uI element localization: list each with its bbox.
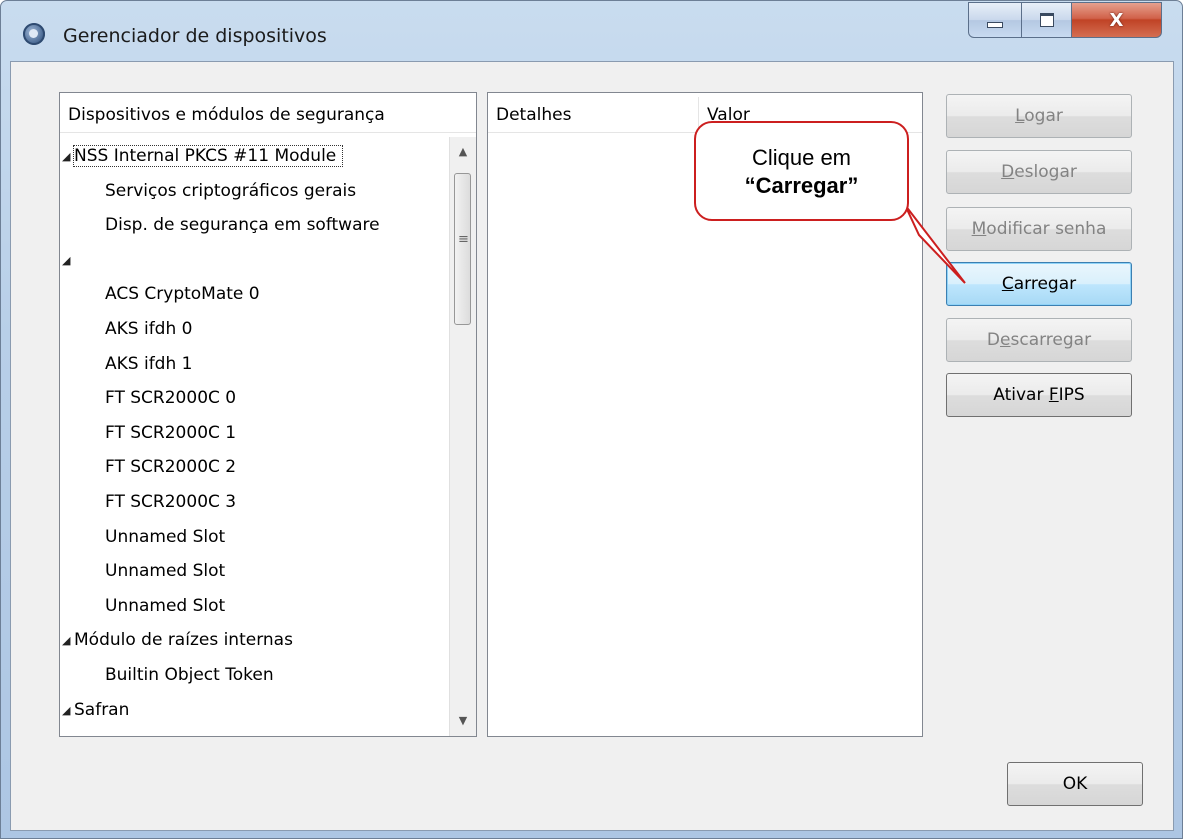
ativar-fips-button[interactable]: Ativar FIPS <box>946 373 1132 417</box>
tree-item-label: Unnamed Slot <box>105 526 226 547</box>
tree-item[interactable]: FT SCR2000C 1 <box>60 416 444 451</box>
tree-item[interactable]: AKS ifdh 1 <box>60 347 444 382</box>
tree-item-label: AKS ifdh 1 <box>105 353 193 374</box>
tree-item[interactable]: Unnamed Slot <box>60 589 444 624</box>
window-controls: X <box>968 2 1162 38</box>
tree-item-label: NSS Internal PKCS #11 Module <box>72 145 344 167</box>
tree-item-label: Unnamed Slot <box>105 561 226 582</box>
maximize-button[interactable] <box>1022 2 1072 38</box>
descarregar-prefix: D <box>986 330 1001 350</box>
logar-label: ogar <box>1024 106 1063 126</box>
callout-pointer-icon <box>904 204 966 284</box>
device-manager-window: Gerenciador de dispositivos X Dispositiv… <box>0 0 1183 839</box>
tree-item-label: Disp. de segurança em software <box>105 215 380 236</box>
device-tree-panel: Dispositivos e módulos de segurança ◢ NSS… <box>59 92 477 737</box>
ok-button[interactable]: OK <box>1007 762 1143 806</box>
deslogar-accel: D <box>1001 162 1015 182</box>
tree-item[interactable]: FT SCR2000C 0 <box>60 381 444 416</box>
close-icon: X <box>1109 9 1124 31</box>
tree-item-label: ACS CryptoMate 0 <box>105 284 260 305</box>
descarregar-label: scarregar <box>1010 330 1092 350</box>
tree-item-label: ACS CryptoMate 0 <box>105 734 260 736</box>
tree-item-label: AKS ifdh 0 <box>105 318 193 339</box>
tree-item-label: FT SCR2000C 2 <box>105 457 237 478</box>
window-title: Gerenciador de dispositivos <box>63 25 327 47</box>
logar-button[interactable]: Logar <box>946 94 1132 138</box>
tree-item-label: Unnamed Slot <box>105 595 226 616</box>
tree-header-label: Dispositivos e módulos de segurança <box>68 105 385 125</box>
minimize-button[interactable] <box>968 2 1022 38</box>
deslogar-button[interactable]: Deslogar <box>946 150 1132 194</box>
app-icon <box>23 23 45 45</box>
column-separator[interactable] <box>698 97 699 129</box>
tree-item[interactable]: AKS ifdh 0 <box>60 312 444 347</box>
fips-accel: F <box>1048 385 1059 405</box>
tree-item[interactable]: Unnamed Slot <box>60 520 444 555</box>
minimize-icon <box>987 22 1003 28</box>
scroll-up-icon[interactable]: ▲ <box>450 137 476 167</box>
scroll-down-icon[interactable]: ▼ <box>450 706 476 736</box>
scroll-thumb[interactable] <box>454 173 471 325</box>
instruction-callout: Clique em “Carregar” <box>694 121 909 221</box>
close-button[interactable]: X <box>1072 2 1162 38</box>
title-bar[interactable]: Gerenciador de dispositivos X <box>1 1 1182 61</box>
details-column-header[interactable]: Detalhes <box>496 105 571 125</box>
tree-group[interactable]: ◢ Módulo de raízes internas <box>60 623 444 658</box>
carregar-accel: C <box>1001 274 1014 294</box>
tree-item-label: FT SCR2000C 0 <box>105 388 237 409</box>
fips-label: IPS <box>1058 385 1085 405</box>
maximize-icon <box>1039 13 1054 27</box>
tree-group[interactable]: ◢ <box>60 243 444 278</box>
expand-triangle-icon[interactable]: ◢ <box>62 694 72 729</box>
tree-group[interactable]: ◢ NSS Internal PKCS #11 Module <box>60 139 444 174</box>
tree-item[interactable]: FT SCR2000C 3 <box>60 485 444 520</box>
tree-item[interactable]: Disp. de segurança em software <box>60 208 444 243</box>
ok-label: OK <box>1062 774 1088 794</box>
tree-item-label: Módulo de raízes internas <box>74 630 293 651</box>
device-tree: ◢ NSS Internal PKCS #11 Module Serviços cr… <box>60 139 444 736</box>
callout-line1: Clique em <box>751 145 852 170</box>
descarregar-accel: e <box>1000 330 1011 350</box>
tree-item[interactable]: ACS CryptoMate 0 <box>60 727 444 736</box>
tree-column-header[interactable]: Dispositivos e módulos de segurança <box>60 93 476 133</box>
tree-item-label: Safran <box>74 699 130 720</box>
tree-item-label: Builtin Object Token <box>105 664 274 685</box>
logar-accel: L <box>1015 106 1025 126</box>
tree-item-label: Serviços criptográficos gerais <box>105 180 357 201</box>
expand-triangle-icon[interactable]: ◢ <box>62 244 72 279</box>
dialog-client-area: Dispositivos e módulos de segurança ◢ NSS… <box>10 61 1174 831</box>
callout-line2: “Carregar” <box>744 173 859 198</box>
descarregar-button[interactable]: Descarregar <box>946 318 1132 362</box>
modificar-label: odificar senha <box>986 219 1107 239</box>
tree-item[interactable]: FT SCR2000C 2 <box>60 450 444 485</box>
deslogar-label: eslogar <box>1014 162 1077 182</box>
tree-item[interactable]: ACS CryptoMate 0 <box>60 277 444 312</box>
fips-prefix: Ativar <box>993 385 1049 405</box>
tree-item[interactable]: Builtin Object Token <box>60 658 444 693</box>
expand-triangle-icon[interactable]: ◢ <box>62 140 72 175</box>
tree-item[interactable]: Unnamed Slot <box>60 554 444 589</box>
tree-group[interactable]: ◢ Safran <box>60 693 444 728</box>
tree-scrollbar[interactable]: ▲ ▼ <box>449 137 476 736</box>
tree-item-label: FT SCR2000C 1 <box>105 422 237 443</box>
carregar-label: arregar <box>1013 274 1077 294</box>
tree-item-label: FT SCR2000C 3 <box>105 491 237 512</box>
tree-item[interactable]: Serviços criptográficos gerais <box>60 174 444 209</box>
expand-triangle-icon[interactable]: ◢ <box>62 624 72 659</box>
